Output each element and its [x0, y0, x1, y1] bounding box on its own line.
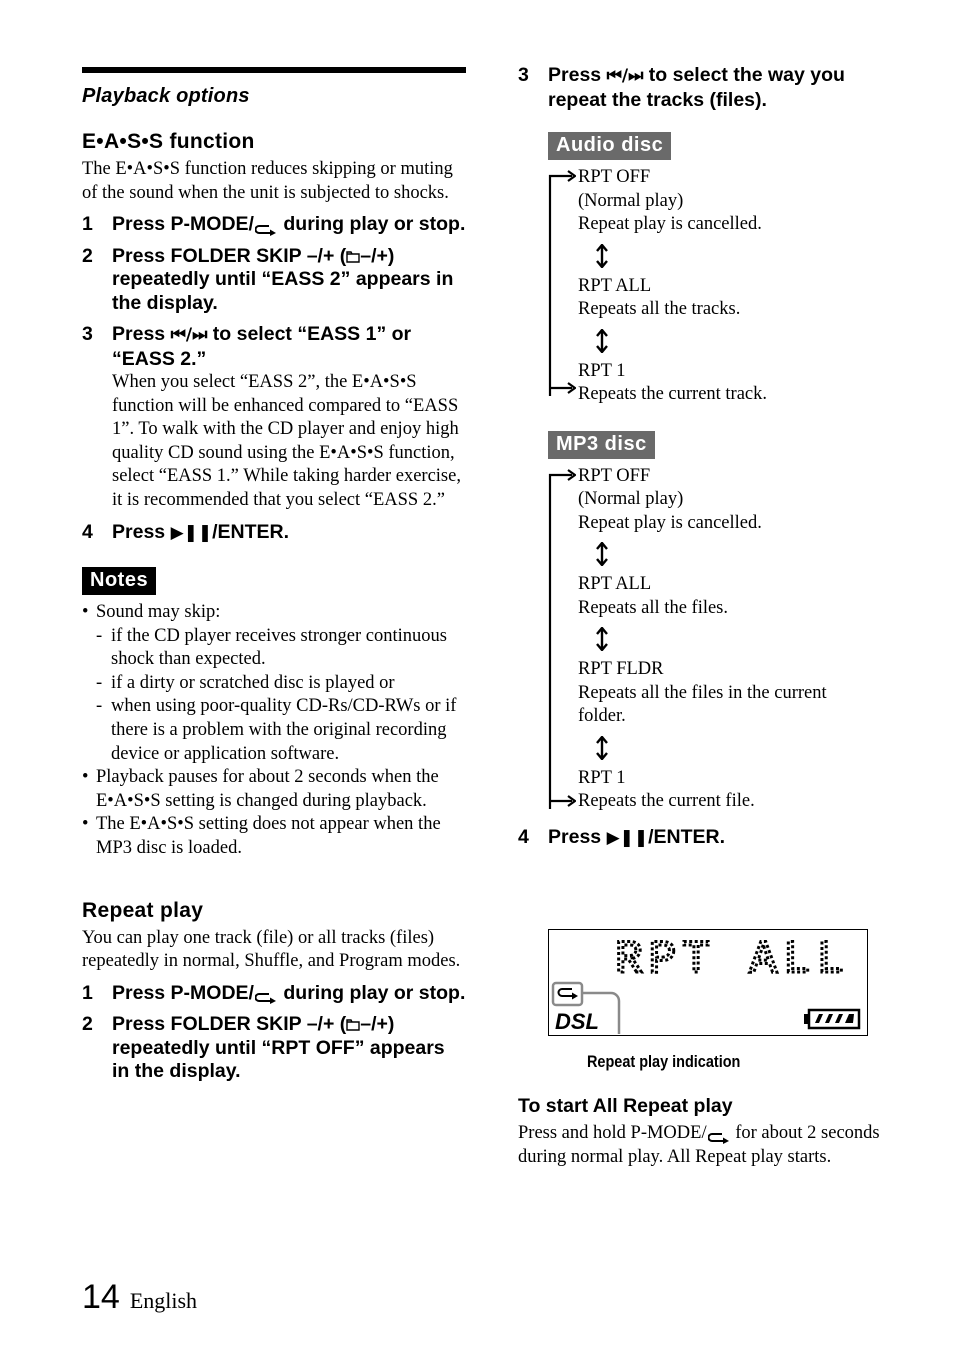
prev-next-icon: ⏮/⏭	[606, 66, 644, 86]
page-footer: 14 English	[82, 1278, 197, 1317]
up-down-arrow-icon	[596, 729, 898, 767]
up-down-arrow-icon	[596, 322, 898, 360]
mode-entry: RPT ALL Repeats all the files.	[578, 574, 729, 618]
mode-entry: RPT OFF (Normal play) Repeat play is can…	[578, 167, 762, 234]
all-repeat-text: Press and hold P-MODE/ for about 2 secon…	[518, 1123, 880, 1167]
repeat-icon	[254, 987, 277, 1005]
page-number: 14	[82, 1278, 120, 1316]
repeat-step-4: 4 Press ▶❚❚/ENTER.	[518, 825, 726, 848]
folder-icon	[346, 245, 360, 267]
repeat-step-3: 3 Press ⏮/⏭ to select the way you repeat…	[518, 64, 845, 111]
prev-next-icon: ⏮/⏭	[170, 325, 208, 345]
battery-icon	[804, 1008, 861, 1030]
repeat-icon	[254, 219, 277, 236]
section-label: Playback options	[82, 85, 250, 107]
note-item: • Sound may skip:	[82, 602, 221, 623]
mp3-disc-badge: MP3 disc	[548, 430, 655, 459]
lcd-caption: Repeat play indication	[587, 1052, 741, 1071]
notes-badge: Notes	[82, 567, 157, 596]
folder-icon	[346, 1013, 360, 1035]
audio-disc-cycle: RPT OFF (Normal play) Repeat play is can…	[548, 166, 898, 407]
audio-disc-badge: Audio disc	[548, 132, 672, 160]
repeat-indicator-frame	[551, 981, 584, 1007]
up-down-arrow-icon	[596, 620, 898, 658]
mode-entry: RPT ALL Repeats all the tracks.	[578, 275, 741, 320]
cycle-loop-arrow-icon	[548, 468, 576, 809]
eass-step-3: 3 Press ⏮/⏭ to select “EASS 1” or “EASS …	[82, 323, 412, 370]
repeat-step-2: 2 Press FOLDER SKIP –/+ (–/+) repeatedly…	[82, 1013, 445, 1083]
play-pause-icon: ▶❚❚	[606, 827, 649, 848]
all-repeat-section: To start All Repeat play Press and hold …	[518, 1095, 888, 1169]
lcd-text: RPT ALL	[615, 934, 850, 986]
mode-entry: RPT OFF (Normal play) Repeat play is can…	[578, 465, 762, 533]
note-sub-item: - when using poor-quality CD-Rs/CD-RWs or…	[96, 696, 457, 764]
cycle-loop-arrow-icon	[548, 170, 576, 396]
all-repeat-heading: To start All Repeat play	[518, 1095, 733, 1117]
up-down-arrow-icon	[596, 535, 898, 573]
top-rule	[82, 67, 466, 73]
eass-step-1: 1 Press P-MODE/ during play or stop.	[82, 213, 466, 236]
notes-list: • Sound may skip: - if the CD player recei…	[82, 601, 466, 861]
note-item: • The E•A•S•S setting does not appear whe…	[82, 814, 441, 858]
repeat-step-1: 1 Press P-MODE/ during play or stop.	[82, 981, 466, 1005]
left-column: Playback options E•A•S•S function The E•…	[82, 67, 466, 1084]
mode-entry: RPT 1 Repeats the current file.	[578, 767, 755, 812]
dsl-label: DSL	[555, 1009, 599, 1034]
eass-intro: The E•A•S•S function reduces skipping or…	[82, 159, 453, 203]
page-language: English	[129, 1288, 198, 1313]
mp3-disc-cycle: RPT OFF (Normal play) Repeat play is can…	[548, 465, 898, 814]
note-item: • Playback pauses for about 2 seconds whe…	[82, 767, 439, 811]
mode-entry: RPT FLDR Repeats all the files in the cu…	[578, 659, 827, 726]
up-down-arrow-icon	[596, 237, 898, 275]
repeat-heading: Repeat play	[82, 898, 204, 922]
eass-step-4: 4 Press ▶❚❚/ENTER.	[82, 520, 290, 543]
eass-step-3-detail: When you select “EASS 2”, the E•A•S•S fu…	[112, 372, 461, 510]
lcd-display: RPT ALL DSL	[548, 929, 868, 1036]
right-column: 3 Press ⏮/⏭ to select the way you repeat…	[518, 64, 898, 850]
note-sub-item: - if the CD player receives stronger cont…	[96, 625, 447, 670]
eass-step-2: 2 Press FOLDER SKIP –/+ (–/+) repeatedly…	[82, 244, 454, 314]
repeat-icon	[707, 1128, 730, 1144]
mode-entry: RPT 1 Repeats the current track.	[578, 360, 768, 405]
play-pause-icon: ▶❚❚	[170, 522, 213, 543]
eass-heading: E•A•S•S function	[82, 130, 255, 153]
repeat-intro: You can play one track (file) or all tra…	[82, 927, 461, 972]
note-sub-item: - if a dirty or scratched disc is played …	[96, 672, 395, 693]
